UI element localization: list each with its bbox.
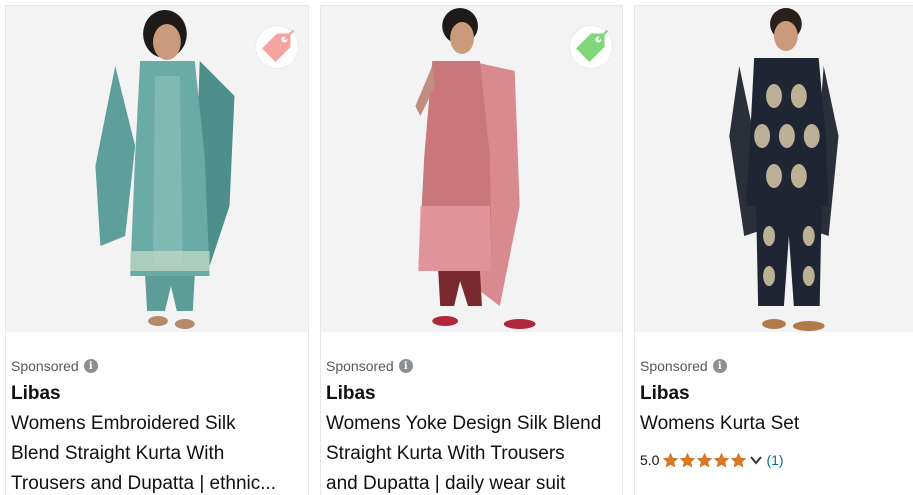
sponsored-label[interactable]: Sponsored i <box>11 356 304 376</box>
product-card[interactable]: Sponsored i Libas Womens Embroidered Sil… <box>5 5 309 495</box>
star-icon <box>714 452 730 467</box>
info-icon[interactable]: i <box>712 359 727 373</box>
brand-name: Libas <box>640 383 690 404</box>
product-grid: Sponsored i Libas Womens Embroidered Sil… <box>5 5 913 495</box>
brand-name: Libas <box>326 383 376 404</box>
product-image[interactable] <box>6 6 308 332</box>
title-line: Blend Straight Kurta With <box>11 443 225 464</box>
star-rating[interactable] <box>662 452 747 469</box>
title-line: Womens Embroidered Silk <box>11 413 236 434</box>
title-line: and Dupatta | daily wear suit <box>326 473 566 494</box>
rating-value: 5.0 <box>640 452 660 468</box>
sponsored-text: Sponsored <box>640 358 708 374</box>
info-icon[interactable]: i <box>398 359 413 373</box>
title-line: Womens Yoke Design Silk Blend <box>326 413 602 434</box>
brand-name: Libas <box>11 383 61 404</box>
sponsored-label[interactable]: Sponsored i <box>640 356 909 376</box>
rating-count-link[interactable]: (1) <box>766 452 783 468</box>
star-icon <box>731 452 747 467</box>
star-icon <box>680 452 696 467</box>
star-icon <box>697 452 713 467</box>
product-image[interactable] <box>321 6 622 332</box>
deal-tag-button[interactable] <box>570 26 612 68</box>
product-image[interactable] <box>635 6 913 332</box>
sponsored-text: Sponsored <box>326 358 394 374</box>
price-tag-icon <box>262 29 295 62</box>
sponsored-label[interactable]: Sponsored i <box>326 356 618 376</box>
price-tag-icon <box>576 29 609 62</box>
product-title[interactable]: Womens Kurta Set <box>640 409 909 439</box>
rating-row[interactable]: 5.0 (1) <box>640 450 909 470</box>
deal-tag-button[interactable] <box>256 26 298 68</box>
info-icon[interactable]: i <box>83 359 98 373</box>
model-printed-kurta-set-image <box>635 6 913 332</box>
title-line: Straight Kurta With Trousers <box>326 443 565 464</box>
product-title[interactable]: Womens Embroidered Silk Blend Straight K… <box>11 409 304 495</box>
sponsored-text: Sponsored <box>11 358 79 374</box>
product-card[interactable]: Sponsored i Libas Womens Yoke Design Sil… <box>320 5 623 495</box>
star-icon <box>663 452 679 467</box>
chevron-down-icon[interactable] <box>748 452 764 468</box>
title-line: Womens Kurta Set <box>640 413 800 434</box>
title-line: Trousers and Dupatta | ethnic... <box>11 473 277 494</box>
product-card[interactable]: Sponsored i Libas Womens Kurta Set 5.0 (… <box>634 5 913 495</box>
product-title[interactable]: Womens Yoke Design Silk Blend Straight K… <box>326 409 618 495</box>
